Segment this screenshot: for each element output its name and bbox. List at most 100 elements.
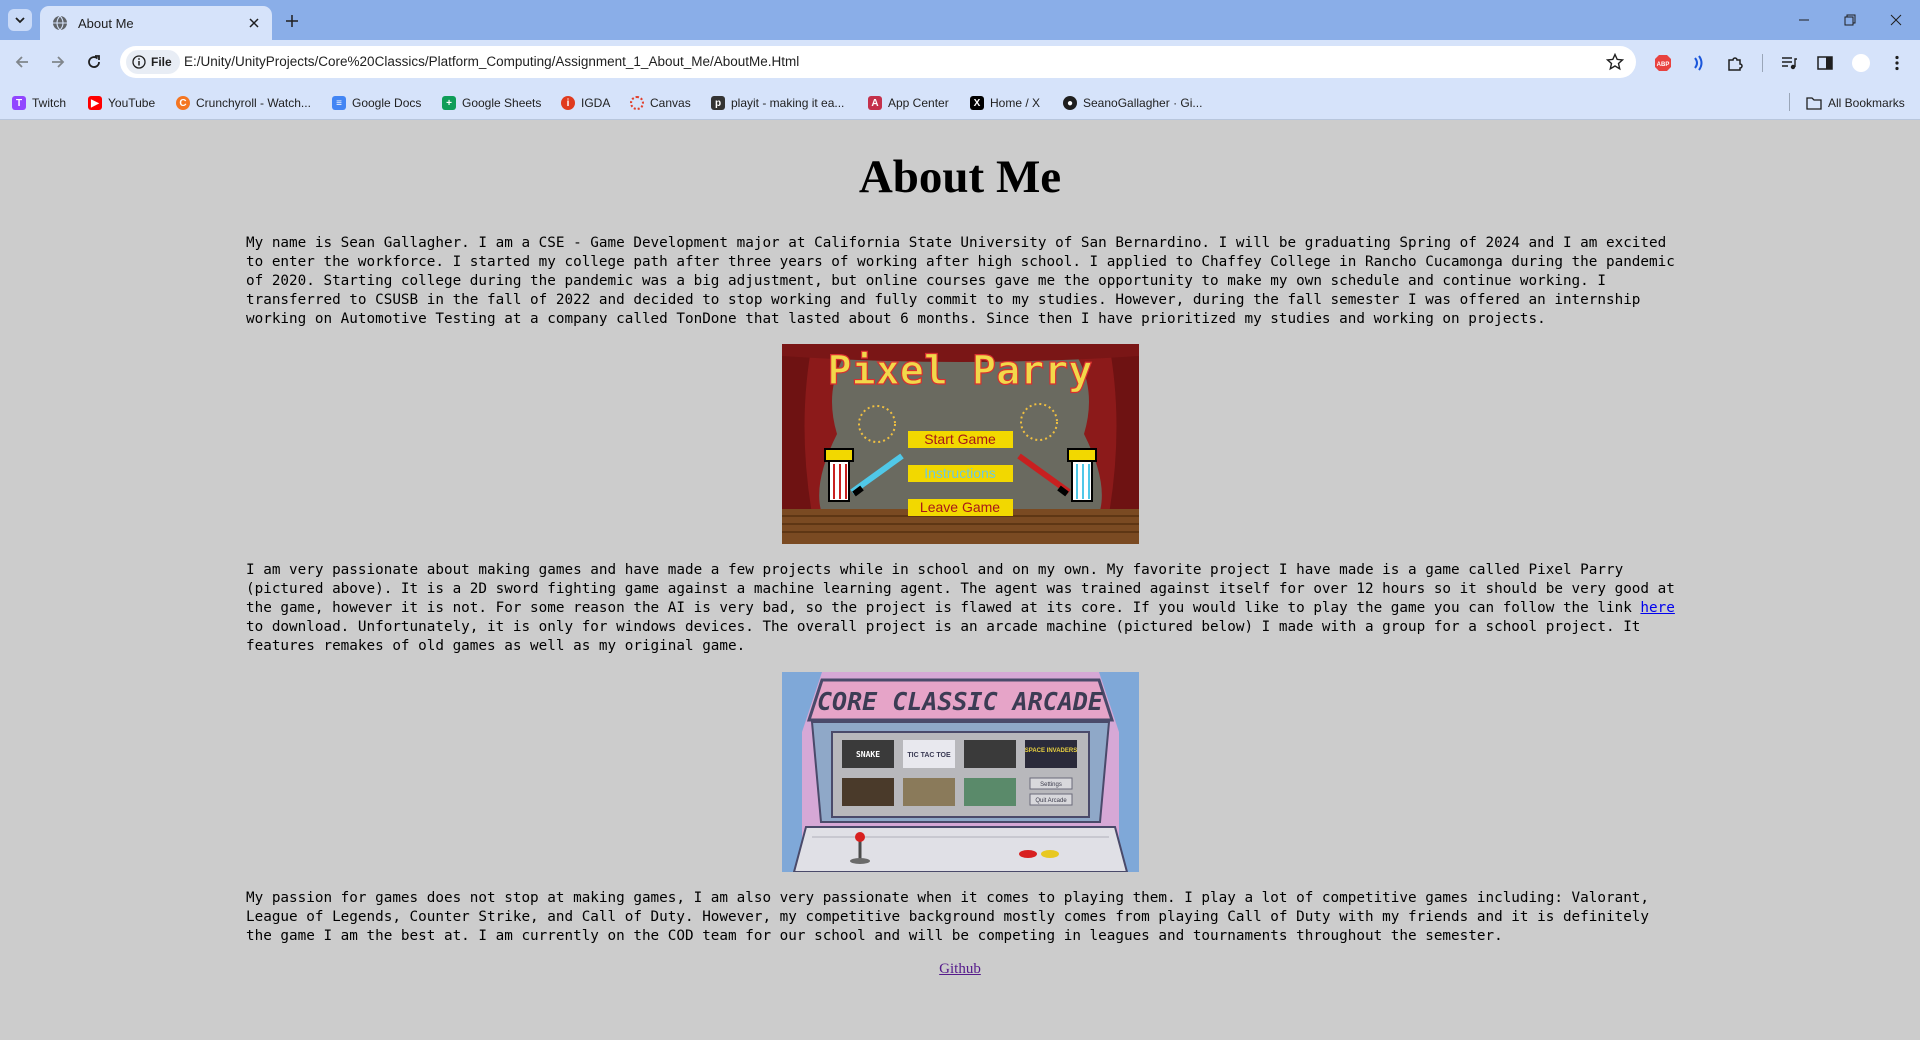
bookmark-label: playit - making it ea...: [731, 96, 845, 110]
bookmark-label: YouTube: [108, 96, 156, 110]
leave-game-label: Leave Game: [920, 499, 1000, 515]
site-info-chip[interactable]: File: [126, 50, 180, 74]
extensions-button[interactable]: [1723, 52, 1747, 74]
github-link[interactable]: Github: [939, 961, 981, 977]
side-panel-button[interactable]: [1813, 52, 1837, 74]
bookmark-label: App Center: [888, 96, 949, 110]
download-link[interactable]: here: [1640, 600, 1674, 616]
google-docs-icon: ≡: [332, 96, 346, 110]
intro-paragraph: My name is Sean Gallagher. I am a CSE - …: [246, 235, 1675, 327]
minimize-icon: [1799, 19, 1809, 21]
snake-tile-label: SNAKE: [856, 750, 880, 759]
toolbar: File E:/Unity/UnityProjects/Core%20Class…: [0, 40, 1920, 84]
bookmark-label: Google Sheets: [462, 96, 542, 110]
instructions-label: Instructions: [924, 465, 996, 481]
audio-wave-icon: [1694, 55, 1703, 71]
forward-button[interactable]: [44, 48, 72, 76]
pixel-parry-image: Pixel Parry Start Game Instructions Leav…: [782, 344, 1139, 544]
bookmark-github[interactable]: ● SeanoGallagher · Gi...: [1063, 93, 1202, 113]
toolbar-separator: [1762, 54, 1763, 72]
menu-button[interactable]: [1885, 52, 1909, 74]
bookmark-label: IGDA: [581, 96, 611, 110]
page-title: About Me: [858, 151, 1062, 203]
folder-icon: [1806, 97, 1822, 110]
bookmark-label: Twitch: [32, 96, 67, 110]
bookmark-app-center[interactable]: A App Center: [868, 93, 949, 113]
star-icon[interactable]: [1606, 53, 1624, 71]
media-controls-button[interactable]: [1777, 52, 1801, 74]
bookmark-youtube[interactable]: ▶ YouTube: [88, 93, 155, 113]
arrow-left-icon: [15, 56, 28, 68]
svg-text:ABP: ABP: [1657, 62, 1670, 68]
restore-button[interactable]: [1832, 8, 1868, 32]
new-tab-button[interactable]: [280, 10, 304, 32]
browser-chrome: About Me File E:/Unity/UnityProjects/Cor…: [0, 0, 1920, 120]
all-bookmarks-button[interactable]: All Bookmarks: [1806, 93, 1905, 113]
tab-title: About Me: [78, 15, 134, 31]
start-game-label: Start Game: [924, 431, 996, 447]
bookmark-playit[interactable]: p playit - making it ea...: [711, 93, 844, 113]
reload-button[interactable]: [80, 48, 108, 76]
bookmarks-separator: [1789, 93, 1790, 111]
back-button[interactable]: [8, 48, 36, 76]
arcade-marquee-title: CORE CLASSIC ARCADE: [817, 687, 1104, 716]
plus-icon: [286, 15, 298, 27]
bookmarks-bar: T Twitch ▶ YouTube C Crunchyroll - Watch…: [0, 84, 1920, 120]
bookmark-google-docs[interactable]: ≡ Google Docs: [332, 93, 421, 113]
bookmark-label: Home / X: [990, 96, 1041, 110]
address-bar[interactable]: File E:/Unity/UnityProjects/Core%20Class…: [120, 46, 1636, 78]
adblock-extension-button[interactable]: ABP: [1651, 52, 1675, 74]
bookmark-label: Google Docs: [352, 96, 422, 110]
page-content: About Me My name is Sean Gallagher. I am…: [0, 120, 1920, 1040]
info-icon: [132, 55, 146, 69]
globe-icon: [53, 15, 67, 31]
side-panel-icon: [1817, 56, 1833, 70]
bookmark-label: Canvas: [650, 96, 691, 110]
kebab-menu-icon: [1895, 55, 1899, 71]
bookmark-igda[interactable]: i IGDA: [561, 93, 610, 113]
avatar-icon: [1852, 54, 1870, 72]
chevron-down-icon: [15, 17, 25, 24]
bookmark-google-sheets[interactable]: + Google Sheets: [442, 93, 541, 113]
close-icon: [1890, 14, 1902, 26]
audio-extension-button[interactable]: [1687, 52, 1711, 74]
tab-bar: About Me: [0, 0, 1920, 40]
igda-icon: i: [561, 96, 575, 110]
crunchyroll-icon: C: [176, 96, 190, 110]
youtube-icon: ▶: [88, 96, 102, 110]
profile-button[interactable]: [1849, 52, 1873, 74]
github-link-container: Github: [0, 961, 1920, 978]
twitch-icon: T: [12, 96, 26, 110]
arrow-right-icon: [52, 56, 65, 68]
playit-icon: p: [711, 96, 725, 110]
site-info-label: File: [151, 55, 172, 69]
quit-arcade-tile-label: Quit Arcade: [1035, 798, 1067, 804]
projects-text-1: I am very passionate about making games …: [246, 562, 1675, 616]
restore-icon: [1844, 14, 1856, 26]
bookmark-label: SeanoGallagher · Gi...: [1083, 96, 1203, 110]
minimize-button[interactable]: [1786, 8, 1822, 32]
bookmark-x[interactable]: X Home / X: [970, 93, 1040, 113]
url-text[interactable]: E:/Unity/UnityProjects/Core%20Classics/P…: [184, 54, 799, 69]
music-queue-icon: [1782, 57, 1797, 70]
settings-tile-label: Settings: [1040, 782, 1062, 788]
bookmark-twitch[interactable]: T Twitch: [12, 93, 66, 113]
bookmark-canvas[interactable]: Canvas: [630, 93, 691, 113]
tab-search-button[interactable]: [8, 9, 32, 31]
puzzle-icon: [1728, 57, 1743, 71]
projects-paragraph: I am very passionate about making games …: [246, 561, 1676, 656]
tab-about-me[interactable]: About Me: [40, 6, 272, 40]
reload-icon: [88, 55, 100, 68]
space-invaders-tile-label: SPACE INVADERS: [1025, 748, 1077, 754]
gaming-paragraph: My passion for games does not stop at ma…: [246, 890, 1650, 944]
adblock-icon: ABP: [1655, 55, 1671, 71]
close-window-button[interactable]: [1878, 8, 1914, 32]
tic-tac-toe-tile-label: TIC TAC TOE: [907, 752, 951, 759]
bookmark-crunchyroll[interactable]: C Crunchyroll - Watch...: [176, 93, 311, 113]
arcade-illustration: CORE CLASSIC ARCADE SNAKE TIC TAC TOE SP…: [782, 672, 1139, 872]
arcade-machine-image: CORE CLASSIC ARCADE SNAKE TIC TAC TOE SP…: [782, 672, 1139, 872]
pixel-parry-title: Pixel Parry: [828, 348, 1093, 394]
close-tab-button[interactable]: [244, 13, 264, 33]
canvas-icon: [630, 96, 644, 110]
google-sheets-icon: +: [442, 96, 456, 110]
